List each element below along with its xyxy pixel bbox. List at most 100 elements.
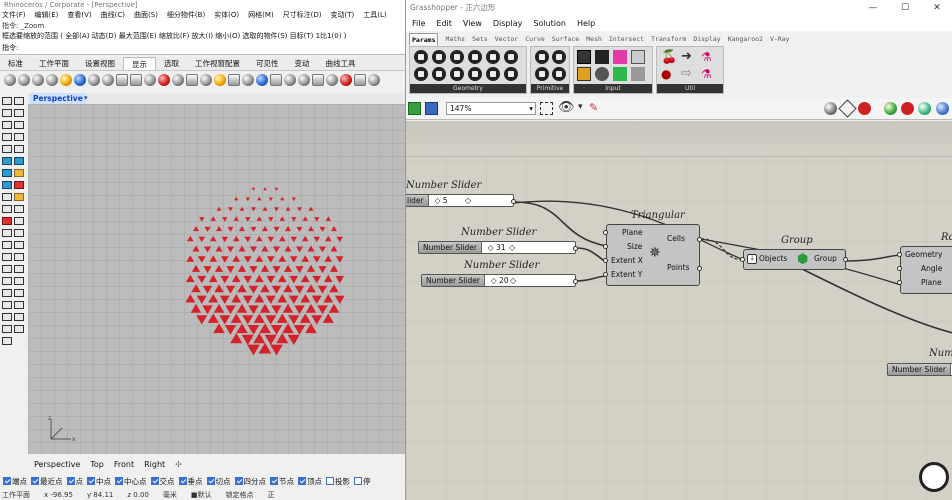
ellipse-tool-icon[interactable]: [14, 133, 24, 141]
select-tool-icon[interactable]: [2, 97, 12, 105]
wireframe-mode-icon[interactable]: [4, 74, 16, 86]
copy-tool-icon[interactable]: [14, 229, 24, 237]
perspective-viewport[interactable]: x z: [28, 104, 405, 454]
canvas-navigation-icon[interactable]: [919, 462, 949, 492]
osnap-4[interactable]: 中心点: [115, 476, 147, 488]
number-slider-extent-y[interactable]: Number Slider ◇ 20 ◇: [421, 274, 576, 287]
sketch-pen-icon[interactable]: ✎: [589, 101, 598, 114]
tab-visibility[interactable]: 可见性: [248, 57, 287, 70]
checkbox-icon[interactable]: [115, 477, 123, 485]
analyze-tool-icon[interactable]: [2, 289, 12, 297]
artistic-mode-icon[interactable]: [88, 74, 100, 86]
mirror-tool-icon[interactable]: [2, 253, 12, 261]
enable-icon[interactable]: [918, 102, 931, 115]
osnap-2[interactable]: 点: [66, 476, 83, 488]
viewport-title[interactable]: Perspective: [30, 93, 86, 104]
param-box-icon[interactable]: [468, 67, 482, 81]
rendered-mode-icon[interactable]: [32, 74, 44, 86]
zoom-dropdown[interactable]: 147% ▾: [446, 102, 536, 115]
preview-wire-icon[interactable]: [824, 102, 837, 115]
add-viewport-tab-icon[interactable]: ✣: [175, 458, 182, 471]
tab-set-view[interactable]: 设置视图: [77, 57, 123, 70]
rhino-menu-dimension[interactable]: 尺寸标注(D): [283, 10, 322, 21]
rectangle-tool-icon[interactable]: [2, 145, 12, 153]
param-integer-icon[interactable]: [535, 50, 549, 64]
zoom-extents-icon[interactable]: [540, 102, 553, 115]
slider-icon[interactable]: [631, 50, 645, 64]
section-icon[interactable]: [270, 74, 282, 86]
osnap-3[interactable]: 中点: [87, 476, 111, 488]
rhino-menu-solid[interactable]: 实体(O): [214, 10, 239, 21]
trim-tool-icon[interactable]: [2, 205, 12, 213]
gh-tab-vector[interactable]: Vector: [495, 33, 518, 45]
rhino-menu-view[interactable]: 查看(V): [67, 10, 91, 21]
viewport-tab-front[interactable]: Front: [114, 458, 134, 471]
snapshot-icon[interactable]: [228, 74, 240, 86]
open-file-icon[interactable]: [408, 102, 421, 115]
display-options-icon[interactable]: [116, 74, 128, 86]
hatch-tool-icon[interactable]: [14, 277, 24, 285]
curve-tool-icon[interactable]: [2, 121, 12, 129]
output-group[interactable]: Group: [814, 254, 837, 263]
circle-tool-icon[interactable]: [14, 121, 24, 129]
rotate-tool-icon[interactable]: [2, 241, 12, 249]
extenty-input-grip[interactable]: [603, 272, 608, 277]
input-extent-x[interactable]: Extent X: [611, 256, 643, 265]
input-extent-y[interactable]: Extent Y: [611, 270, 642, 279]
param-plane-icon[interactable]: [414, 67, 428, 81]
preview-eye-icon[interactable]: 👁: [558, 100, 575, 115]
save-file-icon[interactable]: [425, 102, 438, 115]
curvature-icon[interactable]: [298, 74, 310, 86]
osnap-12[interactable]: 停: [354, 476, 371, 488]
status-ortho[interactable]: 正: [267, 490, 274, 500]
param-surface-icon[interactable]: [468, 50, 482, 64]
gh-tab-mesh[interactable]: Mesh: [586, 33, 602, 45]
input-objects[interactable]: Objects: [759, 254, 787, 263]
checkbox-icon[interactable]: [234, 477, 243, 485]
rhino-menu-surface[interactable]: 曲面(S): [134, 10, 158, 21]
angle-input-grip[interactable]: [897, 266, 902, 271]
arc-tool-icon[interactable]: [2, 133, 12, 141]
objects-input-grip[interactable]: [740, 257, 745, 262]
thickness-icon[interactable]: [354, 74, 366, 86]
preview-shaded-icon[interactable]: [838, 99, 857, 118]
gumball-tool-icon[interactable]: [2, 325, 12, 333]
osnap-10[interactable]: 顶点: [298, 476, 322, 488]
slider3-output-grip[interactable]: [573, 279, 578, 284]
cherry-icon[interactable]: 🍒: [661, 50, 677, 65]
param-text-icon[interactable]: [535, 67, 549, 81]
checkbox-icon[interactable]: [354, 477, 362, 485]
xray-mode-icon[interactable]: [60, 74, 72, 86]
sun-icon[interactable]: [172, 74, 184, 86]
viewport-tab-top[interactable]: Top: [90, 458, 104, 471]
gh-menu-help[interactable]: Help: [577, 16, 595, 31]
rotate-component[interactable]: Geometry Angle Plane: [900, 246, 952, 294]
rhino-menu-curve[interactable]: 曲线(C): [101, 10, 125, 21]
rhino-menu-edit[interactable]: 编辑(E): [35, 10, 59, 21]
gh-menu-view[interactable]: View: [463, 16, 482, 31]
tab-select[interactable]: 选取: [156, 57, 187, 70]
block-tool-icon[interactable]: [14, 313, 24, 321]
properties-tool-icon[interactable]: [14, 301, 24, 309]
clipping-icon[interactable]: [242, 74, 254, 86]
gh-menu-file[interactable]: File: [412, 16, 425, 31]
array-tool-icon[interactable]: [14, 253, 24, 261]
material-icon[interactable]: [158, 74, 170, 86]
checkbox-icon[interactable]: [298, 477, 306, 485]
disable-icon[interactable]: [901, 102, 914, 115]
matrix-icon[interactable]: [613, 67, 627, 81]
value-list-icon[interactable]: [595, 50, 609, 64]
preview-chevron-icon[interactable]: ▾: [578, 102, 583, 112]
fillet-tool-icon[interactable]: [2, 193, 12, 201]
layer-tool-icon[interactable]: [2, 301, 12, 309]
slider2-output-grip[interactable]: [573, 246, 578, 251]
shaded-mode-icon[interactable]: [18, 74, 30, 86]
param-circle-icon[interactable]: [450, 67, 464, 81]
swatch-icon[interactable]: [613, 50, 627, 64]
osnap-7[interactable]: 切点: [206, 476, 231, 488]
triangular-component[interactable]: Plane Size Extent X Extent Y Cells Point…: [606, 224, 700, 286]
maximize-button[interactable]: ☐: [890, 0, 920, 16]
gh-tab-intersect[interactable]: Intersect: [609, 33, 644, 45]
tab-cplanes[interactable]: 工作平面: [31, 57, 77, 70]
param-group-icon[interactable]: [504, 67, 518, 81]
